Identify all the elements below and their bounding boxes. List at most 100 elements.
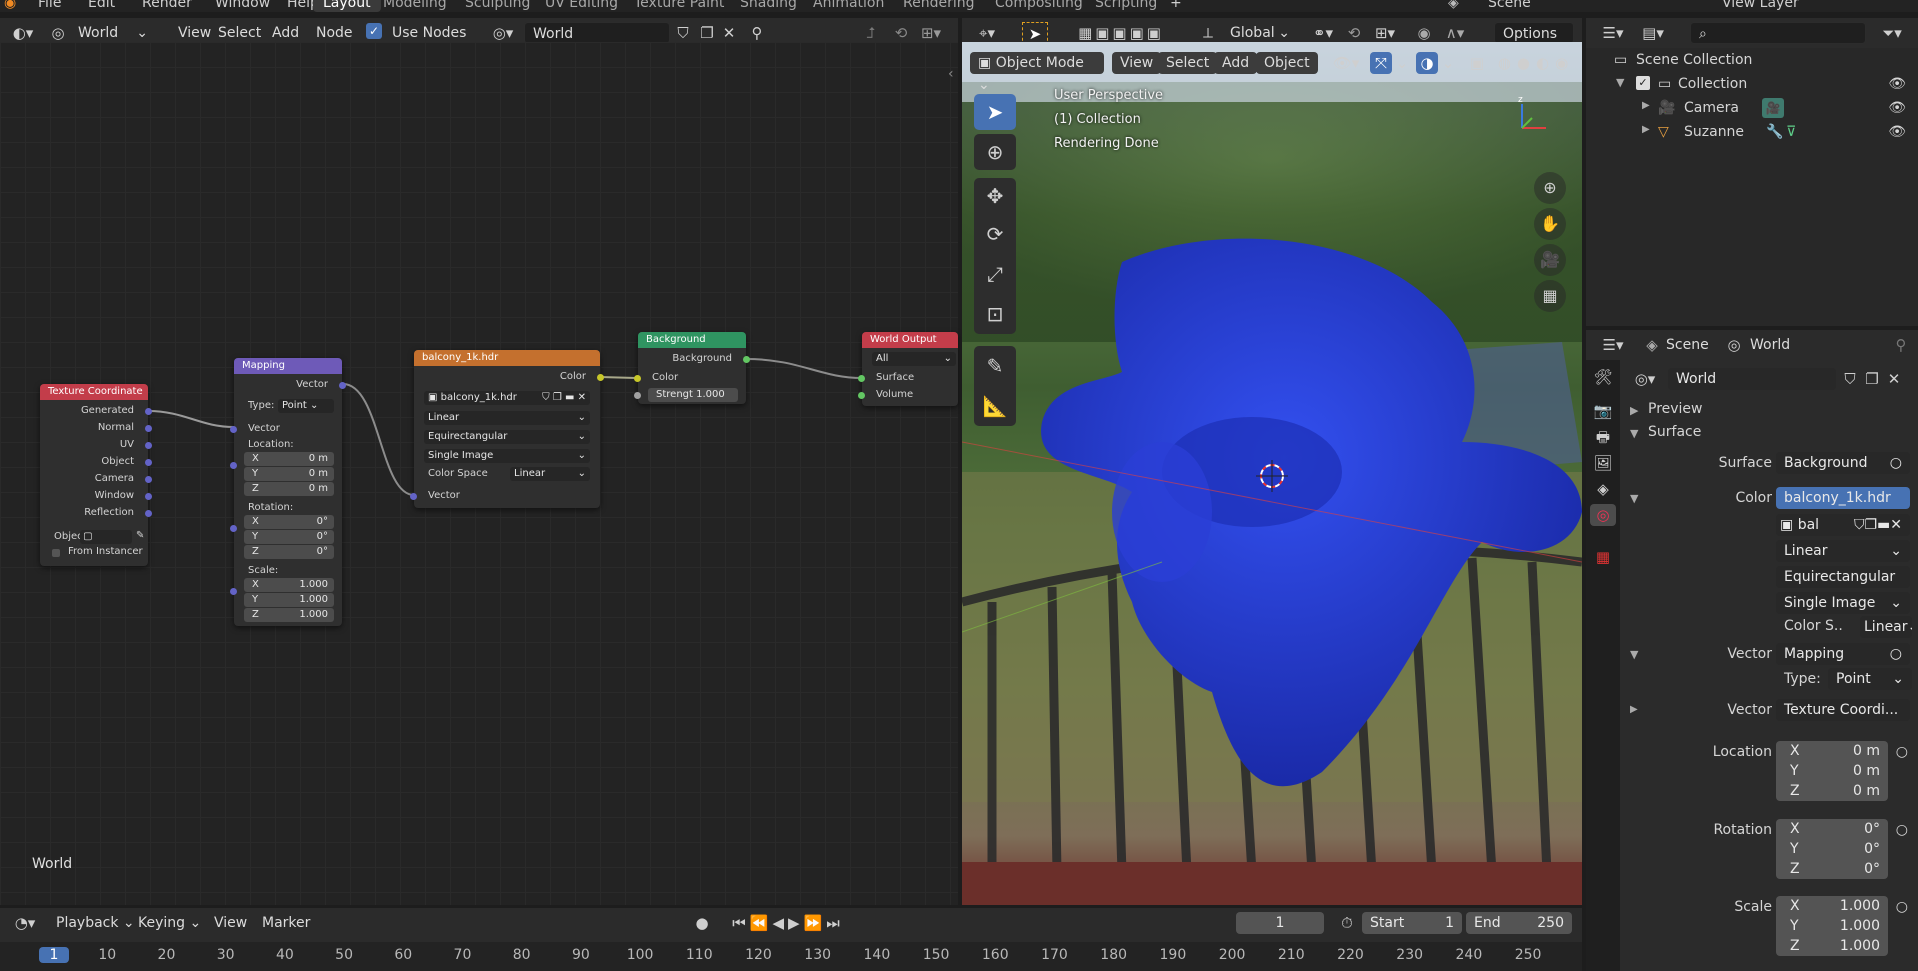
menu-add[interactable]: Add [1214,52,1258,74]
annotate-tool-icon[interactable]: ✎ [974,346,1016,386]
tab-compositing[interactable]: Compositing [985,0,1093,12]
start-frame-field[interactable]: Start 1 [1362,912,1462,934]
fake-user-icon[interactable]: ⛉ [1840,368,1860,390]
playback-controls-icons[interactable]: ⏮⏪◀▶⏩⏭ [720,912,856,934]
property-loc-field[interactable]: X 0 m [1776,741,1888,761]
options-dropdown[interactable]: Options ⌄ [1494,22,1574,64]
rotation-link-icon[interactable]: ○ [1896,822,1908,838]
interpolation-dropdown[interactable]: Linear ⌄ [1776,540,1910,562]
mapping-rot-field[interactable]: X 0° [244,515,334,529]
tab-uv-editing[interactable]: UV Editing [535,0,628,12]
parent-node-tree-icon[interactable]: ⮥ [860,22,882,44]
shading-mode-icons[interactable]: ◍●◐◉ [1490,52,1582,74]
view-layer-name[interactable]: View Layer [1722,0,1799,11]
menu-render[interactable]: Render [142,0,192,11]
color-space-dropdown[interactable]: Linear⌄ [510,467,590,481]
property-scl-field[interactable]: Z 1.000 [1776,936,1888,956]
tab-rendering[interactable]: Rendering [893,0,985,12]
tab-scripting[interactable]: Scripting [1085,0,1167,12]
property-rot-field[interactable]: Z 0° [1776,859,1888,879]
socket-uv[interactable] [145,442,152,449]
socket-color-in[interactable] [634,375,641,382]
mode-dropdown[interactable]: ▣ Object Mode ⌄ [970,52,1104,93]
editor-type-icon[interactable]: ◐▾ [6,22,40,44]
projection-dropdown[interactable]: Equirectangular⌄ [1776,566,1910,588]
scene-icon[interactable]: ◈ [1448,0,1459,11]
overlays-toggle-icon[interactable]: ◑ [1416,52,1438,74]
socket-strength-in[interactable] [634,392,641,399]
node-header[interactable]: Background [638,332,746,348]
socket-window[interactable] [145,493,152,500]
shader-type-dropdown[interactable]: World ⌄ [70,22,156,44]
menu-add[interactable]: Add [264,22,307,44]
use-nodes-checkbox[interactable]: ✓ [366,23,382,39]
node-header[interactable]: Texture Coordinate [40,384,148,400]
pan-hand-icon[interactable]: ✋ [1534,208,1566,240]
world-name-field[interactable]: World [1668,368,1836,390]
socket-camera[interactable] [145,476,152,483]
menu-file[interactable]: File [38,0,61,11]
unlink-icon[interactable]: ✕ [718,22,740,44]
suzanne-expand-icon[interactable]: ▶ [1642,124,1650,135]
xray-icon[interactable]: ▣ [1466,52,1488,74]
image-actions-icon[interactable]: ⛉ ❐ ▬ ✕ [542,391,590,405]
source-dropdown[interactable]: Single Image ⌄ [1776,592,1910,614]
menu-object[interactable]: Object [1256,52,1318,74]
gizmo-dropdown-icon[interactable]: ⌄ [1394,52,1410,74]
menu-playback[interactable]: Playback ⌄ [48,912,143,934]
image-datablock[interactable]: ▣ bal ⛉❐▬✕ [1776,514,1910,536]
collection-expand-icon[interactable]: ▼ [1616,76,1624,89]
outliner-item-camera[interactable]: Camera [1684,100,1739,116]
node-background[interactable]: Background Background Color Strengt 1.00… [634,332,750,404]
record-icon[interactable]: ● [690,912,714,934]
projection-dropdown[interactable]: Equirectangular⌄ [424,430,590,444]
from-instancer-checkbox[interactable] [52,549,60,557]
socket-vector-out[interactable] [339,382,346,389]
snap-element-icon[interactable]: ⊞▾ [914,22,948,44]
mapping-rot-field[interactable]: Y 0° [244,530,334,544]
breadcrumb-scene[interactable]: Scene [1658,334,1717,356]
modifier-icon[interactable]: 🔧 [1766,124,1783,140]
scene-tab-icon[interactable]: ◈ [1592,478,1614,500]
snap-target-icon[interactable]: ⊞▾ [1368,22,1402,44]
object-field[interactable]: ▢ [80,530,132,544]
tab-modeling[interactable]: Modeling [373,0,457,12]
tab-shading[interactable]: Shading [730,0,807,12]
location-link-icon[interactable]: ○ [1896,744,1908,760]
mapping-scl-field[interactable]: Y 1.000 [244,593,334,607]
property-rot-field[interactable]: Y 0° [1776,839,1888,859]
suzanne-visibility-icon[interactable]: 👁 [1888,124,1906,140]
snap-icon[interactable]: ⟲ [1344,22,1364,44]
surface-shader-field[interactable]: Background ○ [1776,452,1910,474]
mesh-data-icon[interactable]: ⊽ [1786,124,1796,140]
end-frame-field[interactable]: End 250 [1466,912,1572,934]
display-mode-icon[interactable]: ▤▾ [1636,22,1670,44]
falloff-icon[interactable]: ∧▾ [1438,22,1472,44]
node-mapping[interactable]: Mapping Vector Type: Point ⌄ Vector Loca… [230,358,346,626]
socket-surface-in[interactable] [858,375,865,382]
interpolation-dropdown[interactable]: Linear ⌄ [424,411,590,425]
frame-ruler[interactable]: 1 10 20 30 40 50 60 70 80 90 100 110 120 130 140 150 160… [0,942,1582,971]
menu-marker[interactable]: Marker [254,912,318,934]
zoom-icon[interactable]: ⊕ [1534,172,1566,204]
cursor-tool-icon[interactable]: ⊕ [974,134,1016,170]
proportional-edit-icon[interactable]: ◉ [1414,22,1434,44]
transform-tool-icon[interactable]: ⊡ [974,294,1016,334]
gizmo-toggle-icon[interactable]: ⤧ [1370,52,1392,74]
preview-range-icon[interactable]: ⏱ [1336,912,1358,934]
node-environment-texture[interactable]: balcony_1k.hdr Color ▣ balcony_1k.hdr ⛉ … [410,350,604,508]
preview-collapse-icon[interactable]: ▶ [1630,404,1638,417]
unlink-icon[interactable]: ✕ [1884,368,1904,390]
filter-icon[interactable]: ⏷▾ [1872,22,1912,44]
outliner-search[interactable]: ⌕ [1690,22,1866,44]
menu-node[interactable]: Node [308,22,361,44]
property-rot-field[interactable]: X 0° [1776,819,1888,839]
blender-logo-icon[interactable]: ◉ [4,0,16,11]
viewport-3d[interactable]: ▣ Object Mode ⌄ View Select Add Object 👁… [962,42,1582,905]
move-tool-icon[interactable]: ✥ [974,178,1016,214]
menu-select[interactable]: Select [210,22,269,44]
property-loc-field[interactable]: Y 0 m [1776,761,1888,781]
pin-icon[interactable]: ⚲ [746,22,768,44]
type-dropdown[interactable]: Point ⌄ [278,399,334,413]
camera-visibility-icon[interactable]: 👁 [1888,100,1906,116]
